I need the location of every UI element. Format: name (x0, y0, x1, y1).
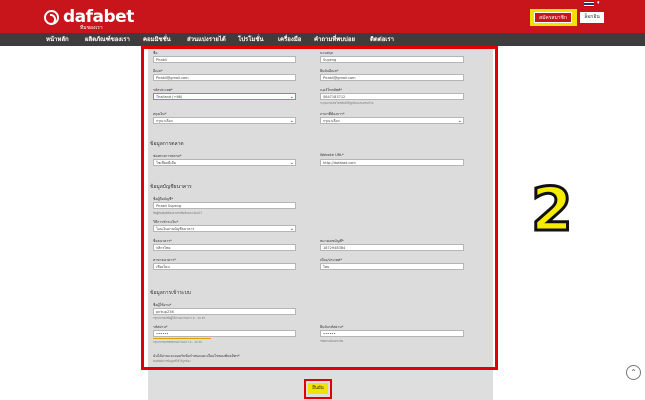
account-name-input[interactable]: Pirabil Supeng (153, 202, 296, 209)
top-header-bar: dafabet ทีมของเรา ▾ สมัครสมาชิก ล็อกอิน (0, 0, 645, 33)
confirm-password-hint: รหัสผ่านต้องตรงกัน (320, 339, 344, 343)
thai-flag-icon[interactable] (584, 1, 594, 7)
bank-section-title: ข้อมูลบัญชีธนาคาร (150, 184, 192, 190)
language-value: กรุณาเลือก (323, 119, 340, 123)
step-number-annotation: 2 (530, 175, 575, 245)
last-name-input[interactable]: Supeng (320, 56, 464, 63)
first-name-input[interactable]: Pirabil (153, 56, 296, 63)
account-number-input[interactable]: 1872948384 (320, 244, 464, 251)
bank-country-input[interactable]: ไทย (320, 263, 464, 270)
login-button[interactable]: ล็อกอิน (580, 12, 604, 23)
logo-subtitle: ทีมของเรา (80, 25, 103, 31)
chevron-down-icon: ⌄ (289, 226, 294, 232)
signup-button[interactable]: สมัครสมาชิก (534, 12, 572, 23)
bank-name-input[interactable]: กสิกรไทย (153, 244, 296, 251)
chevron-down-icon: ⌄ (457, 118, 462, 124)
submit-button[interactable]: ยืนยัน (308, 383, 328, 394)
terms-sub: ฉันยืนยันว่าข้อมูลที่ให้ไว้ถูกต้อง (153, 359, 191, 363)
phone-input[interactable]: 0847183712 (320, 93, 464, 100)
nav-item-contact[interactable]: ติดต่อเรา (370, 33, 394, 46)
website-label: Website URL* (320, 153, 344, 157)
payment-method-value: โอนเงินผ่านบัญชีธนาคาร (156, 227, 195, 231)
nav-item-commission[interactable]: คอมมิชชั่น (143, 33, 171, 46)
email-input[interactable]: Pirabil@gmail.com (153, 74, 296, 81)
currency-value: กรุณาเลือก (156, 119, 173, 123)
country-code-value: Thailand (+66) (156, 95, 183, 99)
main-nav: หน้าหลัก ผลิตภัณฑ์ของเรา คอมมิชชั่น ส่วน… (0, 33, 645, 46)
currency-select[interactable]: กรุณาเลือก ⌄ (153, 117, 296, 124)
username-hint: กรุณากรอกชื่อผู้ใช้งานความยาว 6 - 16 ตัว (153, 316, 206, 320)
password-strength-bar (153, 338, 211, 339)
nav-item-revenue-share[interactable]: ส่วนแบ่งรายได้ (187, 33, 226, 46)
marketing-section-title: ข้อมูลการตลาด (150, 141, 184, 147)
payment-method-select[interactable]: โอนเงินผ่านบัญชีธนาคาร ⌄ (153, 225, 296, 232)
bank-branch-input[interactable]: เชียงใหม่ (153, 263, 296, 270)
chevron-down-icon: ⌄ (289, 160, 294, 166)
confirm-password-input[interactable]: •••••• (320, 330, 464, 337)
country-code-select[interactable]: Thailand (+66) ⌄ (153, 93, 296, 100)
website-input[interactable]: http://dafabet.com (320, 159, 464, 166)
username-input[interactable]: pirkup238 (153, 308, 296, 315)
nav-item-promotions[interactable]: โปรโมชั่น (238, 33, 264, 46)
language-caret-icon[interactable]: ▾ (597, 0, 600, 6)
login-section-title: ข้อมูลการเข้าระบบ (150, 290, 191, 296)
confirm-email-input[interactable]: Pirabil@gmail.com (320, 74, 464, 81)
logo-mark-icon (44, 9, 59, 25)
nav-item-products[interactable]: ผลิตภัณฑ์ของเรา (85, 33, 130, 46)
nav-item-tools[interactable]: เครื่องมือ (278, 33, 301, 46)
language-select[interactable]: กรุณาเลือก ⌄ (320, 117, 464, 124)
scroll-to-top-icon[interactable]: ⌃ (626, 365, 641, 380)
chevron-down-icon: ⌄ (289, 118, 294, 124)
nav-item-faq[interactable]: คำถามที่พบบ่อย (314, 33, 355, 46)
password-input[interactable]: •••••• (153, 330, 296, 337)
marketing-channel-value: โซเชียลมีเดีย (156, 161, 176, 165)
password-hint: กรุณากรอกรหัสผ่านความยาว 6 - 20 ตัว (153, 340, 203, 344)
account-name-hint: ชื่อผู้ถือบัญชีต้องตรงกับชื่อที่ลงทะเบีย… (153, 211, 202, 215)
phone-hint: ระบุหมายเลขโทรศัพท์ให้ถูกต้องและครบถ้วน (320, 101, 374, 105)
chevron-down-icon: ⌄ (289, 94, 294, 100)
nav-item-home[interactable]: หน้าหลัก (46, 33, 69, 46)
marketing-channel-select[interactable]: โซเชียลมีเดีย ⌄ (153, 159, 296, 166)
